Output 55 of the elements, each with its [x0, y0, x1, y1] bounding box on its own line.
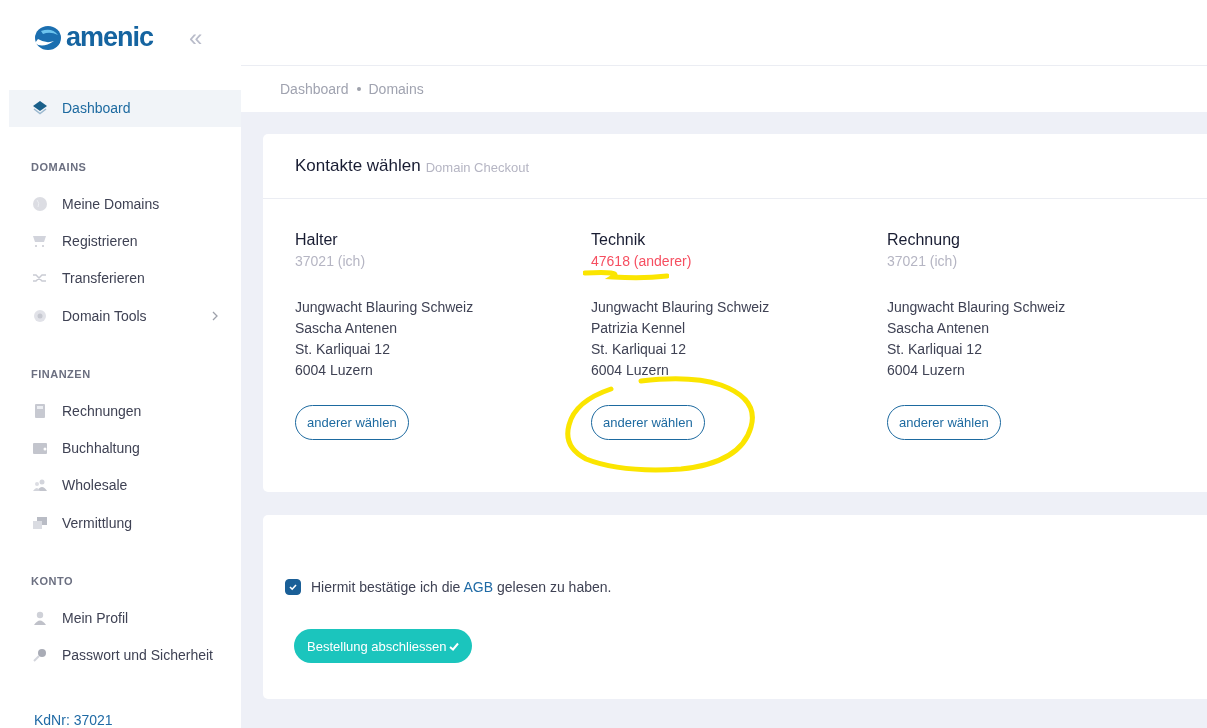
- nav-item[interactable]: Wholesale: [9, 466, 241, 505]
- layers-icon: [32, 100, 48, 117]
- section-heading: DOMAINS: [30, 159, 88, 175]
- address-line: Patrizia Kennel: [591, 319, 687, 338]
- section-heading: KONTO: [30, 574, 75, 590]
- section-heading: FINANZEN: [30, 367, 92, 383]
- address-line: Jungwacht Blauring Schweiz: [295, 298, 475, 317]
- gear-icon: [32, 307, 48, 324]
- nav-item[interactable]: Transferieren: [9, 259, 241, 297]
- checkmark-icon: [288, 582, 298, 592]
- people-icon: [32, 477, 48, 494]
- person-icon: [32, 610, 48, 627]
- agb-sentence: Hiermit bestätige ich die AGB gelesen zu haben.: [311, 579, 612, 595]
- checkmark-icon: [449, 641, 460, 651]
- nav-item[interactable]: Rechnungen: [9, 392, 241, 430]
- contact-id: 37021 (ich): [887, 252, 959, 271]
- key-icon: [32, 647, 48, 664]
- nav-item[interactable]: Registrieren: [9, 222, 241, 260]
- agb-link[interactable]: AGB: [463, 579, 494, 595]
- agb-checkbox[interactable]: [285, 579, 301, 595]
- address-line: 6004 Luzern: [887, 361, 966, 380]
- contact-role: Technik: [591, 230, 647, 250]
- nav-item[interactable]: Buchhaltung: [9, 429, 241, 467]
- address-line: 6004 Luzern: [591, 361, 670, 380]
- address-line: Jungwacht Blauring Schweiz: [887, 298, 1067, 317]
- address-line: St. Karliquai 12: [887, 340, 983, 359]
- chat-icon: [32, 514, 48, 531]
- address-line: 6004 Luzern: [295, 361, 374, 380]
- contact-role: Halter: [295, 230, 339, 250]
- brand-name: amenic: [66, 22, 154, 54]
- address-line: St. Karliquai 12: [295, 340, 391, 359]
- wallet-icon: [32, 440, 48, 457]
- nav-item[interactable]: Dashboard: [9, 89, 241, 127]
- globe-icon: [32, 195, 48, 212]
- calculator-icon: [32, 402, 48, 419]
- address-line: Jungwacht Blauring Schweiz: [591, 298, 771, 317]
- card-title: Kontakte wählen: [295, 156, 421, 176]
- logo-icon: [32, 24, 62, 51]
- customer-number: KdNr: 37021: [33, 712, 114, 728]
- choose-other-button[interactable]: anderer wählen: [887, 405, 1001, 440]
- nav-item[interactable]: Domain Tools: [9, 296, 241, 335]
- contact-id: 37021 (ich): [295, 252, 367, 271]
- contact-role: Rechnung: [887, 230, 961, 250]
- address-line: St. Karliquai 12: [591, 340, 687, 359]
- contact-id: 47618 (anderer): [591, 252, 693, 271]
- nav-item[interactable]: Meine Domains: [9, 184, 241, 223]
- nav-item[interactable]: Passwort und Sicherheit: [9, 636, 241, 675]
- card-subtitle: Domain Checkout: [425, 159, 530, 175]
- nav-item[interactable]: Vermittlung: [9, 504, 241, 542]
- choose-other-button[interactable]: anderer wählen: [591, 405, 705, 440]
- nav-item[interactable]: Mein Profil: [9, 599, 241, 637]
- address-line: Sascha Antenen: [295, 319, 398, 338]
- choose-other-button[interactable]: anderer wählen: [295, 405, 409, 440]
- separator-dot-icon: [356, 87, 361, 91]
- address-line: Sascha Antenen: [887, 319, 990, 338]
